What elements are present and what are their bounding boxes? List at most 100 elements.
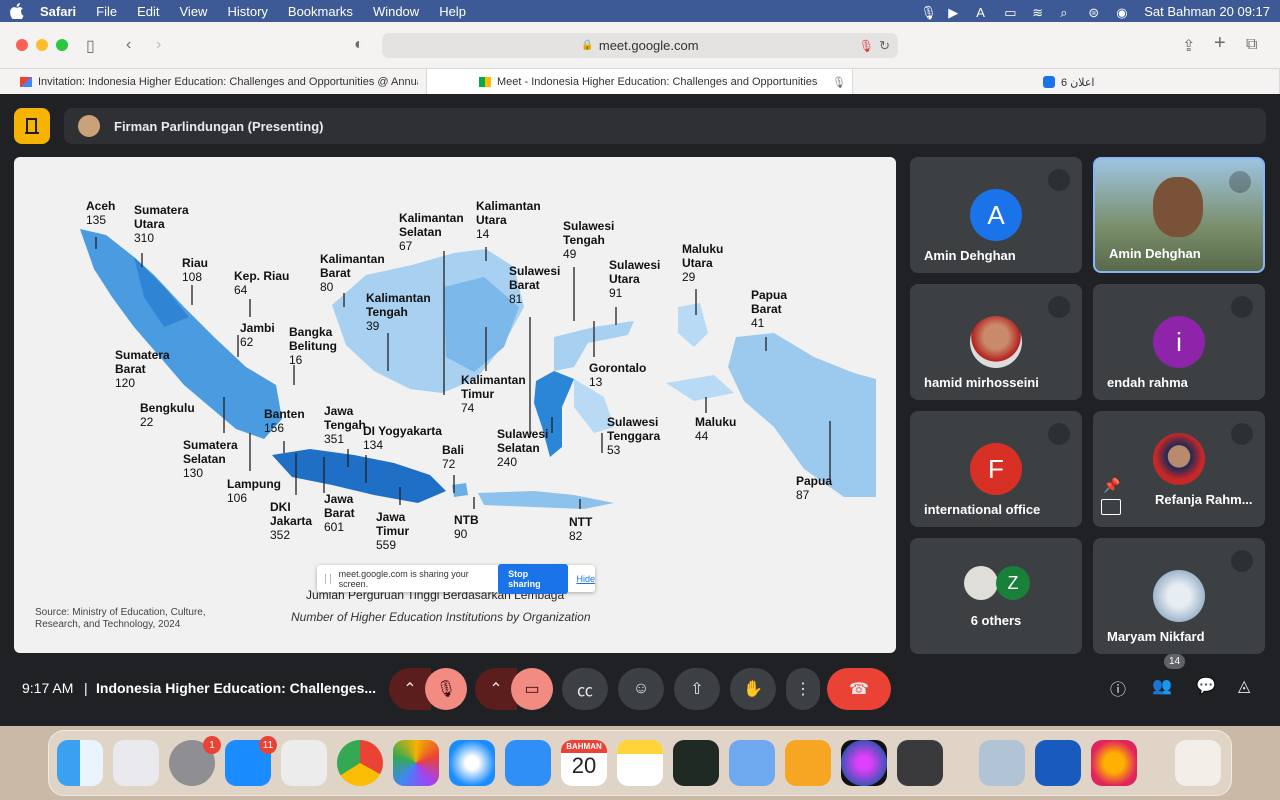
launchpad-icon[interactable] — [113, 740, 159, 786]
finder-icon[interactable] — [57, 740, 103, 786]
search-icon[interactable]: ⌕ — [1060, 5, 1074, 20]
calendar-icon[interactable]: BAHMAN 20 — [561, 740, 607, 786]
participant-tile[interactable]: A Amin Dehghan — [910, 157, 1082, 273]
zoom-window-button[interactable] — [56, 39, 68, 51]
present-button[interactable]: ⇧ — [674, 668, 720, 710]
leave-call-button[interactable]: ☎ — [827, 668, 891, 710]
people-icon[interactable]: 👥 — [1152, 676, 1172, 696]
battery-icon[interactable]: ▭ — [1004, 5, 1018, 20]
tab-meet[interactable]: Meet - Indonesia Higher Education: Chall… — [427, 69, 853, 95]
region-label-bengkulu: Bengkulu 22 — [140, 401, 195, 429]
safari-icon[interactable] — [449, 740, 495, 786]
word-icon[interactable] — [1035, 740, 1081, 786]
menu-help[interactable]: Help — [439, 4, 466, 19]
menu-view[interactable]: View — [180, 4, 208, 19]
mail-icon[interactable] — [505, 740, 551, 786]
close-window-button[interactable] — [16, 39, 28, 51]
region-label-jambi: Jambi 62 — [240, 321, 275, 349]
system-settings-icon[interactable]: 1 — [169, 736, 221, 786]
back-icon[interactable]: ‹ — [126, 36, 131, 54]
muted-mic-icon — [1048, 296, 1070, 318]
address-bar[interactable]: 🔒 meet.google.com 🎙 ↻ — [382, 33, 898, 58]
tab-notifications[interactable]: 6 اعلان — [853, 69, 1280, 95]
participant-name: international office — [924, 502, 1041, 517]
region-label-maluku-utara: Maluku Utara 29 — [682, 242, 724, 284]
hand-icon: ✋ — [743, 681, 763, 698]
more-vert-icon: ⋮ — [795, 681, 811, 698]
menu-bookmarks[interactable]: Bookmarks — [288, 4, 353, 19]
menu-window[interactable]: Window — [373, 4, 419, 19]
meeting-info-icon[interactable]: ⓘ — [1110, 676, 1126, 700]
microphone-toggle-button[interactable]: 🎙 — [425, 668, 467, 710]
privacy-shield-icon[interactable]: ◐ — [354, 36, 364, 54]
stop-sharing-button[interactable]: Stop sharing — [498, 563, 569, 594]
menu-file[interactable]: File — [96, 4, 117, 19]
photos-icon[interactable] — [393, 740, 439, 786]
input-source-icon[interactable]: A — [976, 5, 990, 20]
participant-tile-video[interactable]: Amin Dehghan — [1093, 157, 1265, 273]
app-store-icon[interactable]: 11 — [225, 736, 277, 786]
captions-button[interactable]: ㏄ — [562, 668, 608, 710]
keynote-icon[interactable] — [729, 740, 775, 786]
separator: | — [84, 680, 88, 696]
preview-icon[interactable] — [979, 740, 1025, 786]
participant-tile[interactable]: Maryam Nikfard — [1093, 538, 1265, 654]
pin-icon[interactable]: 📌 — [1103, 477, 1120, 494]
screenshot-icon[interactable] — [281, 740, 327, 786]
lock-icon: 🔒 — [581, 40, 594, 51]
hide-banner-link[interactable]: Hide — [576, 574, 595, 584]
calculator-icon[interactable] — [897, 740, 943, 786]
siri-icon[interactable]: ◉ — [1116, 5, 1130, 20]
participant-tile[interactable]: i endah rahma — [1093, 284, 1265, 400]
menu-history[interactable]: History — [227, 4, 267, 19]
chrome-icon[interactable] — [337, 740, 383, 786]
avatar — [964, 566, 998, 600]
menu-safari[interactable]: Safari — [40, 4, 76, 19]
chat-icon[interactable]: 💬 — [1196, 676, 1216, 696]
mic-off-icon: 🎙 — [435, 681, 457, 698]
minimize-window-button[interactable] — [36, 39, 48, 51]
camera-toggle-button[interactable]: ▭ — [511, 668, 553, 710]
notes-icon[interactable] — [617, 740, 663, 786]
tab-overview-icon[interactable]: ⧉ — [1246, 36, 1257, 54]
reactions-button[interactable]: ☺ — [618, 668, 664, 710]
microphone-icon[interactable]: 🎙 — [920, 5, 937, 20]
tab-audio-icon[interactable]: 🎙 — [832, 76, 846, 89]
raise-hand-button[interactable]: ✋ — [730, 668, 776, 710]
muted-mic-icon — [1048, 423, 1070, 445]
participant-name: Amin Dehghan — [924, 248, 1016, 263]
presenter-name: Firman Parlindungan (Presenting) — [114, 118, 324, 134]
muted-mic-icon — [1231, 550, 1253, 572]
reload-icon[interactable]: ↻ — [879, 38, 890, 54]
region-label-di-yogyakarta: DI Yogyakarta 134 — [363, 424, 442, 452]
participant-tile[interactable]: 📌 Refanja Rahm... — [1093, 411, 1265, 527]
apple-icon[interactable] — [10, 3, 24, 19]
wifi-icon[interactable]: ≋ — [1032, 5, 1046, 20]
drag-handle-icon[interactable] — [325, 573, 331, 584]
firefox-icon[interactable] — [1091, 740, 1137, 786]
sidebar-icon[interactable]: ▯ — [86, 36, 95, 56]
meet-door-icon[interactable] — [14, 108, 50, 144]
safari-window-chrome: ▯ ‹ › ◐ 🔒 meet.google.com 🎙 ↻ ⇪ + ⧉ Invi… — [0, 22, 1280, 95]
forward-icon[interactable]: › — [156, 36, 161, 54]
region-label-sulawesi-utara: Sulawesi Utara 91 — [609, 258, 661, 300]
siri-app-icon[interactable] — [841, 740, 887, 786]
menu-edit[interactable]: Edit — [137, 4, 159, 19]
new-tab-icon[interactable]: + — [1214, 32, 1226, 55]
more-options-button[interactable]: ⋮ — [786, 668, 820, 710]
share-icon[interactable]: ⇪ — [1182, 36, 1195, 56]
control-center-icon[interactable]: ⊜ — [1088, 5, 1102, 20]
menu-datetime[interactable]: Sat Bahman 20 09:17 — [1144, 4, 1270, 19]
pages-icon[interactable] — [785, 740, 831, 786]
region-label-kalimantan-timur: Kalimantan Timur 74 — [461, 373, 526, 415]
play-icon[interactable]: ▶ — [948, 5, 962, 20]
tab-gmail-invitation[interactable]: Invitation: Indonesia Higher Education: … — [0, 69, 427, 95]
activities-icon[interactable]: ◬ — [1238, 676, 1250, 696]
settings-badge: 1 — [203, 736, 221, 754]
participant-tile[interactable]: F international office — [910, 411, 1082, 527]
trash-icon[interactable] — [1175, 740, 1221, 786]
dashlane-icon[interactable] — [673, 740, 719, 786]
participant-tile[interactable]: hamid mirhosseini — [910, 284, 1082, 400]
participant-tile-others[interactable]: Z 6 others — [910, 538, 1082, 654]
tab-label: 6 اعلان — [1061, 76, 1095, 89]
